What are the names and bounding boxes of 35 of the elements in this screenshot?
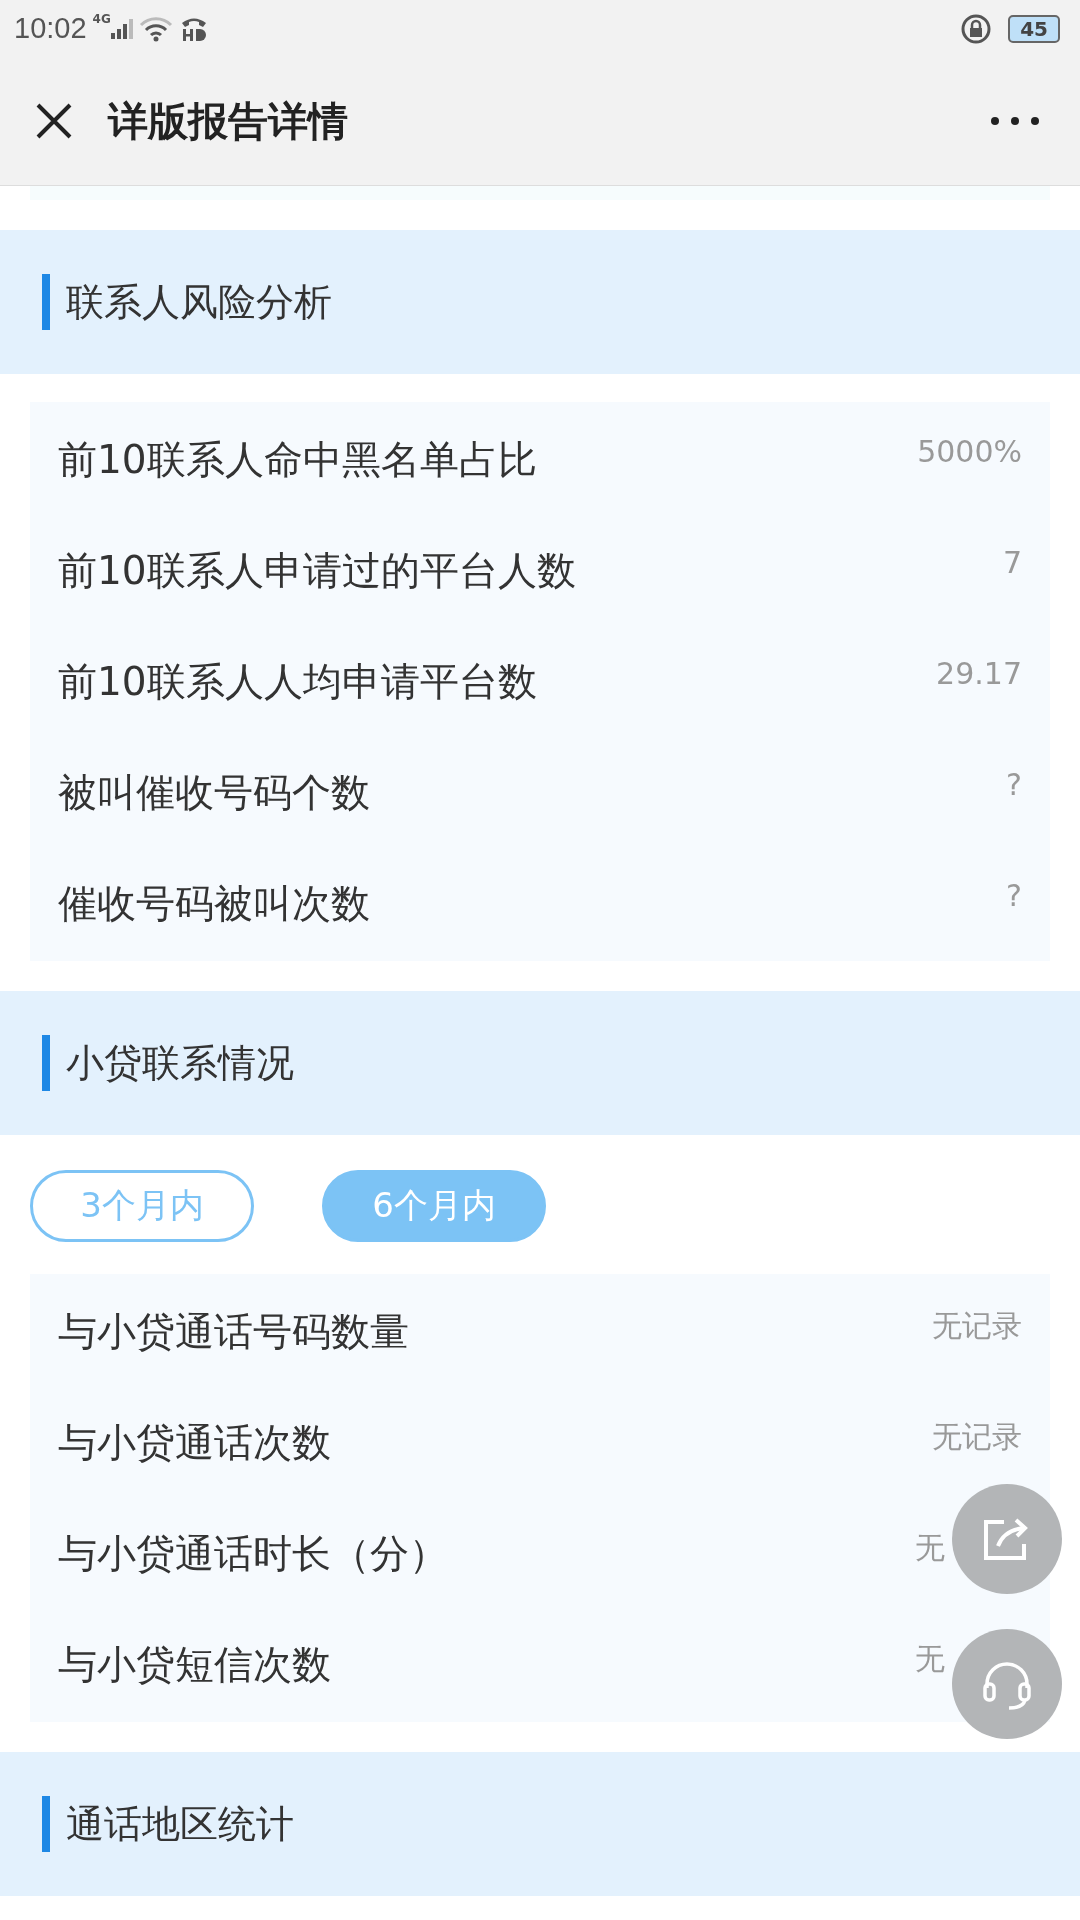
row-value: 无 bbox=[915, 1640, 945, 1678]
signal-icon bbox=[110, 17, 133, 40]
row-value: 29.17 bbox=[936, 656, 1022, 691]
row-value: 7 bbox=[1002, 545, 1022, 580]
row-label: 前10联系人申请过的平台人数 bbox=[58, 546, 576, 595]
more-icon[interactable] bbox=[990, 116, 1040, 126]
row-label: 与小贷通话时长（分） bbox=[58, 1529, 448, 1578]
row-value: 无 bbox=[915, 1529, 945, 1567]
row-label: 催收号码被叫次数 bbox=[58, 879, 370, 928]
section-title: 通话地区统计 bbox=[66, 1800, 294, 1848]
row-label: 与小贷通话次数 bbox=[58, 1418, 331, 1467]
section-marker bbox=[42, 274, 50, 330]
row-label: 与小贷通话号码数量 bbox=[58, 1307, 409, 1356]
row-value: 5000% bbox=[917, 434, 1022, 469]
section-title: 小贷联系情况 bbox=[66, 1039, 294, 1087]
wifi-icon bbox=[138, 15, 173, 42]
network-type: 4G bbox=[92, 12, 111, 26]
rotation-lock-icon bbox=[960, 12, 993, 45]
section-marker bbox=[42, 1035, 50, 1091]
row-label: 被叫催收号码个数 bbox=[58, 768, 370, 817]
row-label: 前10联系人命中黑名单占比 bbox=[58, 435, 537, 484]
close-icon[interactable] bbox=[34, 101, 74, 141]
page-title: 详版报告详情 bbox=[108, 96, 348, 146]
period-tab[interactable]: 6个月内 bbox=[322, 1170, 546, 1242]
row-label: 与小贷短信次数 bbox=[58, 1640, 331, 1689]
section-title: 联系人风险分析 bbox=[66, 278, 332, 326]
period-tab[interactable]: 3个月内 bbox=[30, 1170, 254, 1242]
battery-level: 45 bbox=[1008, 14, 1060, 43]
row-value: 无记录 bbox=[932, 1418, 1022, 1456]
row-value: ? bbox=[1006, 878, 1022, 913]
row-value: ? bbox=[1006, 767, 1022, 802]
row-value: 无记录 bbox=[932, 1307, 1022, 1345]
section-marker bbox=[42, 1796, 50, 1852]
row-label: 前10联系人人均申请平台数 bbox=[58, 657, 537, 706]
status-time: 10:02 bbox=[14, 12, 87, 45]
